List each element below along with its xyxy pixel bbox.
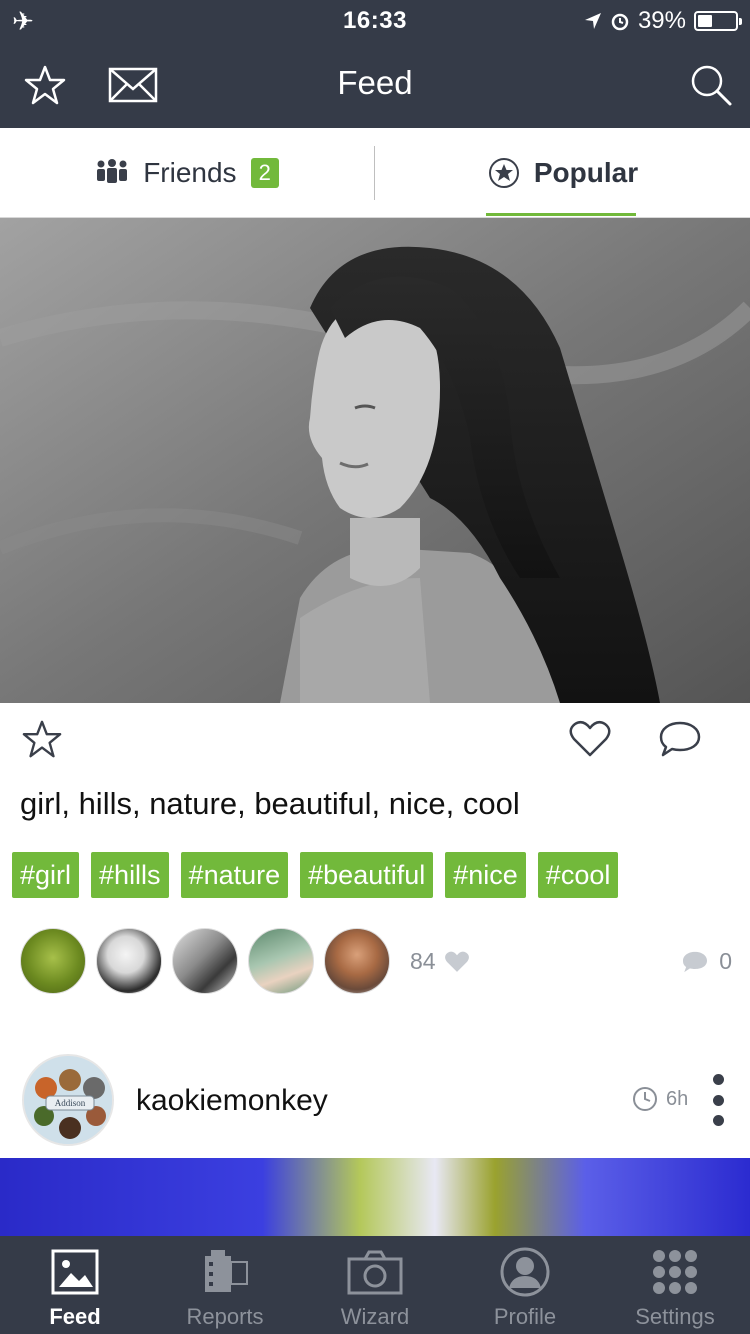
reports-film-icon (197, 1246, 253, 1298)
tabbar-wizard[interactable]: Wizard (300, 1236, 450, 1334)
top-bar: ✈ 16:33 39% Feed (0, 0, 750, 128)
people-group-icon (97, 159, 128, 183)
liker-avatar[interactable] (324, 928, 390, 994)
tag-chip[interactable]: #nice (445, 852, 526, 898)
post-username[interactable]: kaokiemonkey (136, 1084, 328, 1118)
tabbar-profile-label: Profile (493, 1304, 557, 1329)
status-right: 39% (584, 6, 742, 36)
heart-filled-icon (444, 951, 469, 972)
liker-avatar[interactable] (172, 928, 238, 994)
avatar-name-text: Addison (55, 1098, 86, 1108)
post-caption: girl, hills, nature, beautiful, nice, co… (20, 786, 520, 821)
tag-list: #girl #hills #nature #beautiful #nice #c… (12, 852, 619, 898)
comment-filled-icon (683, 951, 708, 972)
clock-icon (633, 1087, 657, 1111)
battery-percent: 39% (637, 7, 686, 34)
tab-popular-label: Popular (533, 157, 639, 188)
next-post-photo[interactable] (0, 1158, 750, 1236)
tab-friends[interactable]: Friends 2 (0, 128, 374, 218)
tabbar-settings[interactable]: Settings (600, 1236, 750, 1334)
location-arrow-icon (584, 13, 601, 29)
tabbar-profile[interactable]: Profile (450, 1236, 600, 1334)
user-avatar[interactable]: Addison (22, 1054, 114, 1146)
like-heart-icon[interactable] (568, 717, 612, 761)
active-tab-indicator (486, 213, 636, 216)
page-title: Feed (337, 64, 413, 101)
tabbar-wizard-label: Wizard (340, 1304, 410, 1329)
comment-bubble-icon[interactable] (658, 717, 702, 761)
tag-chip[interactable]: #hills (91, 852, 169, 898)
search-icon[interactable] (686, 60, 736, 110)
tab-popular[interactable]: Popular (376, 128, 750, 218)
tag-chip[interactable]: #cool (537, 852, 619, 898)
tag-chip[interactable]: #beautiful (300, 852, 434, 898)
tag-chip[interactable]: #nature (180, 852, 289, 898)
liker-avatar[interactable] (20, 928, 86, 994)
feed-tabs: Friends 2 Popular (0, 128, 750, 218)
liker-avatar[interactable] (96, 928, 162, 994)
tabbar-feed-label: Feed (49, 1304, 101, 1329)
tabbar-reports-label: Reports (186, 1304, 264, 1329)
post-age: 6h (632, 1086, 688, 1112)
tag-chip[interactable]: #girl (12, 852, 80, 898)
feed-photo-icon (47, 1246, 103, 1298)
tabbar-feed[interactable]: Feed (0, 1236, 150, 1334)
alarm-icon (611, 13, 629, 31)
bottom-tab-bar: Feed Reports Wizard Profile Settings (0, 1236, 750, 1334)
favorite-star-icon[interactable] (20, 717, 64, 761)
star-circle-icon (488, 158, 519, 188)
nav-bar: Feed (0, 42, 750, 128)
friends-count-badge: 2 (250, 158, 279, 188)
tabbar-settings-label: Settings (635, 1304, 715, 1329)
profile-user-icon (497, 1246, 553, 1298)
comment-count-value: 0 (719, 948, 732, 974)
tabbar-reports[interactable]: Reports (150, 1236, 300, 1334)
settings-grid-icon (647, 1246, 703, 1298)
post-actions (0, 703, 750, 773)
more-options-icon[interactable] (706, 1074, 730, 1126)
like-count-value: 84 (410, 948, 436, 974)
portrait-photo-image (0, 218, 750, 703)
liker-avatar[interactable] (248, 928, 314, 994)
tab-divider (374, 146, 375, 200)
next-post-header: Addison kaokiemonkey 6h (0, 1050, 750, 1158)
camera-icon (347, 1246, 403, 1298)
like-count[interactable]: 84 (410, 948, 470, 975)
tab-friends-label: Friends (143, 157, 237, 188)
battery-fill (698, 15, 713, 27)
post-age-value: 6h (666, 1087, 689, 1110)
liker-avatars (20, 928, 390, 994)
post-photo[interactable] (0, 218, 750, 703)
comment-count[interactable]: 0 (681, 948, 732, 975)
status-bar: ✈ 16:33 39% (0, 0, 750, 42)
battery-icon (694, 11, 742, 31)
